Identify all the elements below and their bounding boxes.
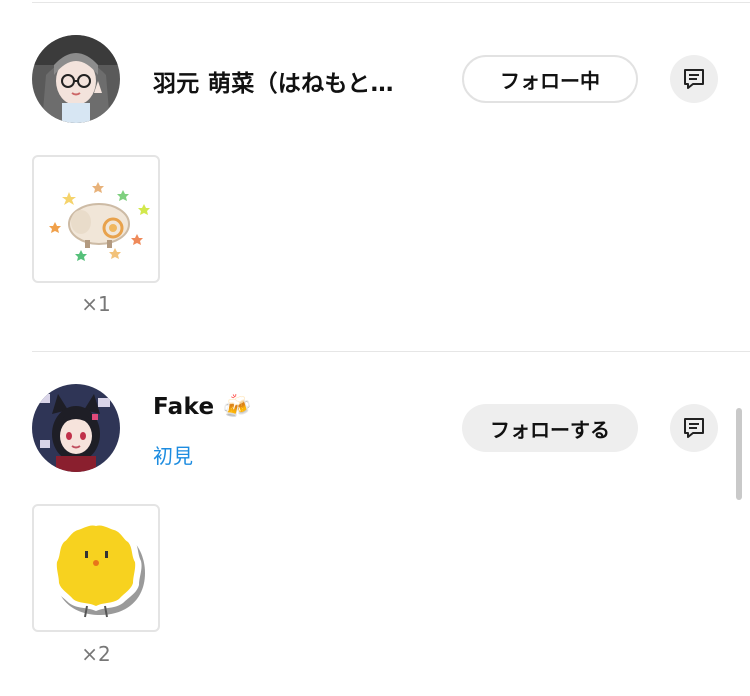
user-name[interactable]: Fake 🍻 xyxy=(153,393,252,420)
follow-button[interactable]: フォローする xyxy=(462,404,638,452)
user-avatar[interactable] xyxy=(32,384,120,472)
user-name-text: Fake xyxy=(153,394,215,420)
gift-thumbnail[interactable] xyxy=(32,504,160,632)
message-button[interactable] xyxy=(670,55,718,103)
avatar-glasses-girl-icon xyxy=(32,35,120,123)
sheep-sticker-icon xyxy=(49,182,150,261)
chat-icon xyxy=(684,69,704,89)
yellow-chick-sticker-icon xyxy=(50,520,145,618)
entry-divider xyxy=(32,351,750,352)
chat-icon xyxy=(684,418,704,438)
avatar-catear-girl-icon xyxy=(32,384,120,472)
top-divider xyxy=(32,2,750,3)
gift-count: ×1 xyxy=(81,292,111,316)
gift-thumbnail[interactable] xyxy=(32,155,160,283)
user-avatar[interactable] xyxy=(32,35,120,123)
message-button[interactable] xyxy=(670,404,718,452)
following-button[interactable]: フォロー中 xyxy=(462,55,638,103)
gift-count: ×2 xyxy=(81,642,111,666)
user-tag: 初見 xyxy=(153,444,193,468)
user-name[interactable]: 羽元 萌菜（はねもと… xyxy=(153,64,423,98)
beer-emoji-icon: 🍻 xyxy=(222,394,252,420)
scrollbar-thumb[interactable] xyxy=(736,408,742,500)
